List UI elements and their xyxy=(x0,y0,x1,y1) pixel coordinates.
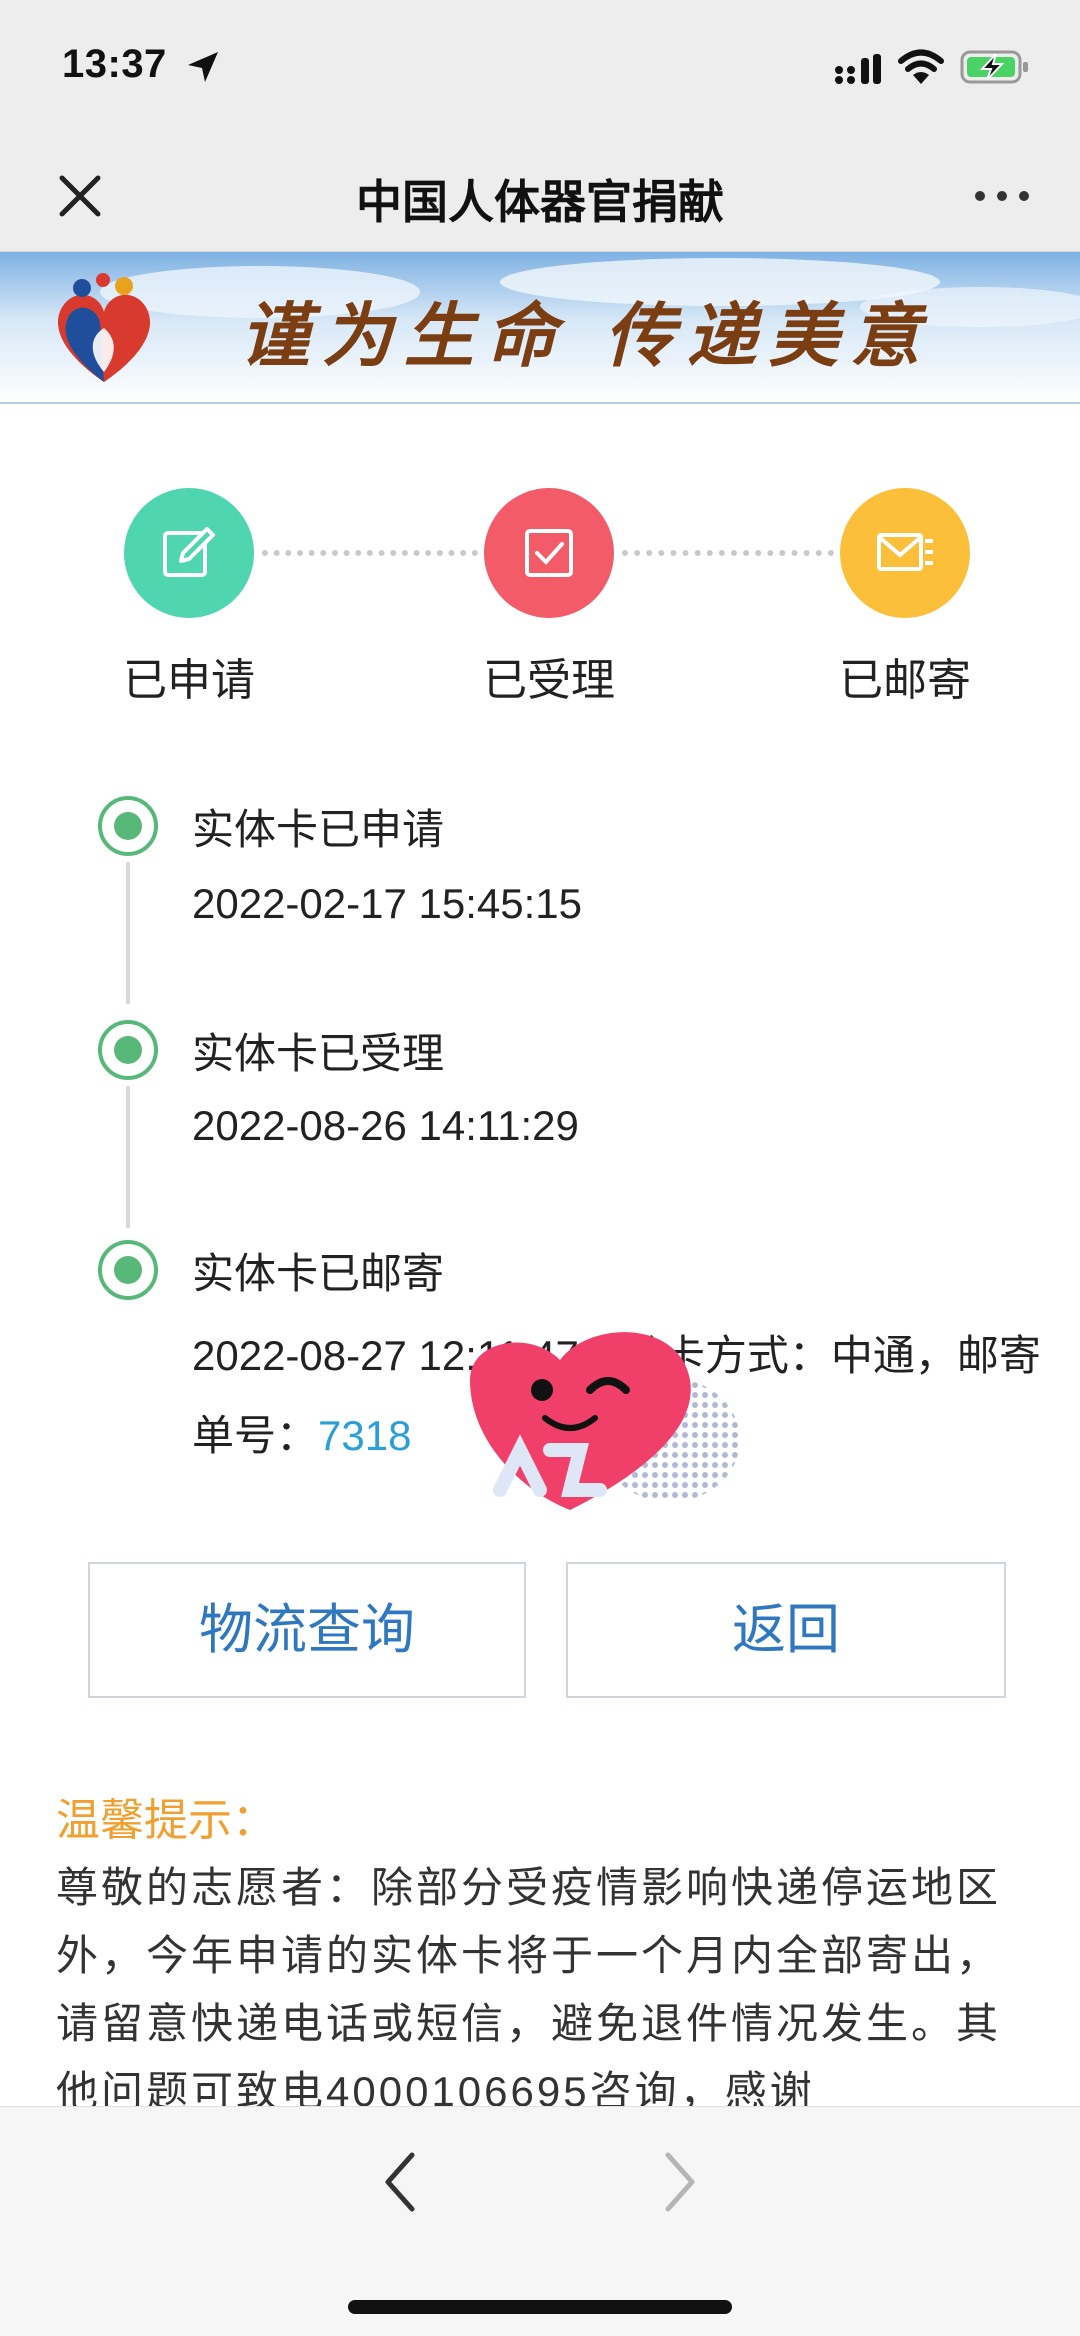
timeline-line xyxy=(126,862,130,1004)
wifi-icon xyxy=(898,49,944,84)
step-accepted-icon xyxy=(484,488,614,618)
timeline-title: 实体卡已邮寄 xyxy=(192,1250,445,1297)
chevron-left-icon[interactable] xyxy=(378,2149,422,2215)
nav-bar: 中国人体器官捐献 xyxy=(0,140,1080,252)
status-time: 13:37 xyxy=(62,42,167,86)
timeline-title: 实体卡已受理 xyxy=(192,1030,445,1077)
tips-body: 尊敬的志愿者：除部分受疫情影响快递停运地区外，今年申请的实体卡将于一个月内全部寄… xyxy=(56,1864,1002,2115)
timeline-dot xyxy=(98,1240,158,1300)
step-applied-icon xyxy=(124,488,254,618)
banner-slogan: 谨为生命 传递美意 xyxy=(240,294,933,377)
timeline-dot xyxy=(98,796,158,856)
step-label-accepted: 已受理 xyxy=(483,656,615,705)
logistics-query-button[interactable]: 物流查询 xyxy=(88,1562,526,1698)
heart-sticker-overlay xyxy=(470,1332,740,1510)
step-connector xyxy=(622,550,834,556)
banner: 谨为生命 传递美意 xyxy=(0,252,1080,404)
tips-title: 温馨提示： xyxy=(56,1796,276,1845)
timeline-title: 实体卡已申请 xyxy=(192,806,445,853)
page-title: 中国人体器官捐献 xyxy=(356,176,724,228)
more-dots-icon[interactable] xyxy=(972,178,1032,214)
timeline-time: 2022-08-26 14:11:29 xyxy=(192,1102,579,1149)
checkbox-icon xyxy=(525,529,573,577)
timeline-line xyxy=(126,1086,130,1228)
chevron-right-icon[interactable] xyxy=(658,2149,702,2215)
step-connector xyxy=(262,550,478,556)
step-label-mailed: 已邮寄 xyxy=(839,656,971,705)
timeline-dot xyxy=(98,1020,158,1080)
step-label-applied: 已申请 xyxy=(123,656,255,705)
location-arrow-icon xyxy=(188,52,218,82)
step-mailed-icon xyxy=(840,488,970,618)
home-indicator xyxy=(348,2300,732,2314)
edit-icon xyxy=(163,527,215,577)
tracking-number-link[interactable]: 7318 xyxy=(318,1412,411,1459)
battery-charging-icon xyxy=(960,50,1028,84)
timeline-time: 2022-02-17 15:45:15 xyxy=(192,880,582,927)
cellular-signal-icon xyxy=(835,54,881,84)
back-button[interactable]: 返回 xyxy=(566,1562,1006,1698)
mail-icon xyxy=(877,533,933,571)
status-bar: 13:37 xyxy=(0,0,1080,140)
